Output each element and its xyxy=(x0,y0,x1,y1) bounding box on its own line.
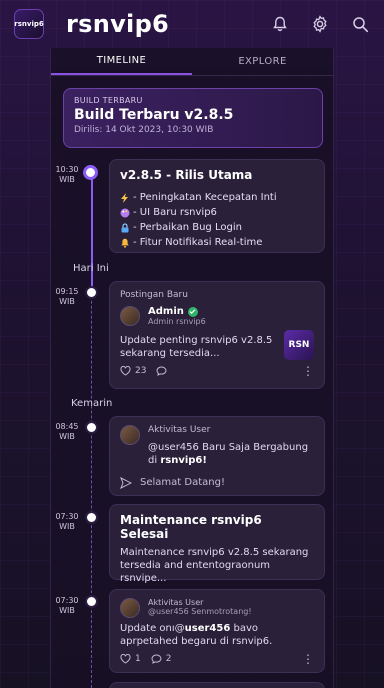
tab-explore[interactable]: EXPLORE xyxy=(192,48,333,75)
tab-timeline[interactable]: TIMELINE xyxy=(51,48,192,75)
comment-icon xyxy=(151,654,162,664)
bell-icon xyxy=(121,238,129,248)
maintenance-title: Maintenance rsnvip6 Selesai xyxy=(120,513,262,541)
search-icon[interactable] xyxy=(350,14,370,34)
welcome-reply[interactable]: Selamat Datang! xyxy=(140,476,225,489)
avatar[interactable] xyxy=(120,598,140,618)
author-name[interactable]: Admin xyxy=(148,306,184,317)
like-button[interactable]: 23 xyxy=(120,366,146,376)
post-text: @user456 Baru Saja Bergabung di rsnvip6! xyxy=(148,442,309,466)
verified-icon xyxy=(187,306,198,317)
author-handle: @user456 Senmotrotang! xyxy=(148,607,252,616)
post-label: Aktivitas User xyxy=(148,425,211,435)
timestamp: 10:30 WIB xyxy=(55,165,79,184)
comment-button[interactable] xyxy=(156,366,167,376)
post-actions: 1 2 ⋮ xyxy=(120,653,314,665)
gear-icon[interactable] xyxy=(310,14,330,34)
timeline-line-active xyxy=(91,166,93,296)
comment-icon xyxy=(156,366,167,376)
timestamp: 08:45 WIB xyxy=(55,422,79,441)
timeline-dot xyxy=(85,595,98,608)
app-header: rsnvip6 rsnvip6 xyxy=(0,0,384,48)
banner-title: Build Terbaru v2.8.5 xyxy=(74,107,234,123)
lock-icon xyxy=(121,222,129,232)
maintenance-card[interactable]: Maintenance rsnvip6 Selesai Maintenance … xyxy=(109,504,325,602)
feature-item: - Fitur Notifikasi Real-time xyxy=(120,235,314,250)
feature-item: - Peningkatan Kecepatan Inti xyxy=(120,190,314,205)
comment-button[interactable]: 2 xyxy=(151,654,171,664)
bell-icon[interactable] xyxy=(270,14,290,34)
avatar[interactable] xyxy=(120,306,140,326)
timeline-dot xyxy=(85,511,98,524)
next-card[interactable] xyxy=(109,682,325,688)
timeline-dot xyxy=(85,421,98,434)
section-yesterday: Kemarin xyxy=(71,398,113,409)
timestamp: 07:30 WIB xyxy=(55,512,79,531)
build-banner[interactable]: BUILD TERBARU Build Terbaru v2.8.5 Diril… xyxy=(63,88,323,148)
post-text: Update onı@user456 bavo aprpetahed begar… xyxy=(120,623,273,647)
section-today: Hari Ini xyxy=(73,263,109,274)
like-button[interactable]: 1 xyxy=(120,654,141,664)
release-title: v2.8.5 - Rilis Utama xyxy=(120,168,253,182)
more-options-icon[interactable]: ⋮ xyxy=(302,365,314,377)
timestamp: 07:30 WIB xyxy=(55,596,79,615)
avatar[interactable] xyxy=(120,425,140,445)
more-options-icon[interactable]: ⋮ xyxy=(302,653,314,665)
feature-item: - UI Baru rsnvip6 xyxy=(120,205,314,220)
timeline-dot xyxy=(85,286,98,299)
post-label: Postingan Baru xyxy=(120,290,188,300)
activity-card[interactable]: Aktivitas User @user456 Senmotrotang! Up… xyxy=(109,589,325,673)
app-title: rsnvip6 xyxy=(66,10,170,38)
post-text: Maintenance rsnvip6 v2.8.5 sekarang ters… xyxy=(120,547,309,584)
app-logo[interactable]: rsnvip6 xyxy=(14,9,44,39)
release-card[interactable]: v2.8.5 - Rilis Utama - Peningkatan Kecep… xyxy=(109,159,325,253)
banner-date: Dirilis: 14 Okt 2023, 10:30 WIB xyxy=(74,125,214,135)
post-label: Aktivitas User xyxy=(148,598,204,607)
author-handle: Admin rsnvip6 xyxy=(148,317,206,326)
activity-card[interactable]: Aktivitas User @user456 Baru Saja Bergab… xyxy=(109,416,325,496)
tab-bar: TIMELINE EXPLORE xyxy=(51,48,333,76)
heart-icon xyxy=(120,366,131,376)
timeline-dot-active xyxy=(83,165,98,180)
feature-item: - Perbaikan Bug Login xyxy=(120,220,314,235)
heart-icon xyxy=(120,654,131,664)
banner-label: BUILD TERBARU xyxy=(74,96,143,105)
post-actions: 23 ⋮ xyxy=(120,365,314,377)
post-thumbnail[interactable]: RSN xyxy=(284,330,314,360)
timeline-panel: TIMELINE EXPLORE BUILD TERBARU Build Ter… xyxy=(50,48,334,688)
post-text: Update penting rsnvip6 v2.8.5 sekarang t… xyxy=(120,335,273,359)
post-card[interactable]: Postingan Baru Admin Admin rsnvip6 Updat… xyxy=(109,281,325,389)
timestamp: 09:15 WIB xyxy=(55,287,79,306)
lightning-icon xyxy=(121,192,128,203)
palette-icon xyxy=(120,208,130,217)
send-icon[interactable] xyxy=(120,476,132,489)
